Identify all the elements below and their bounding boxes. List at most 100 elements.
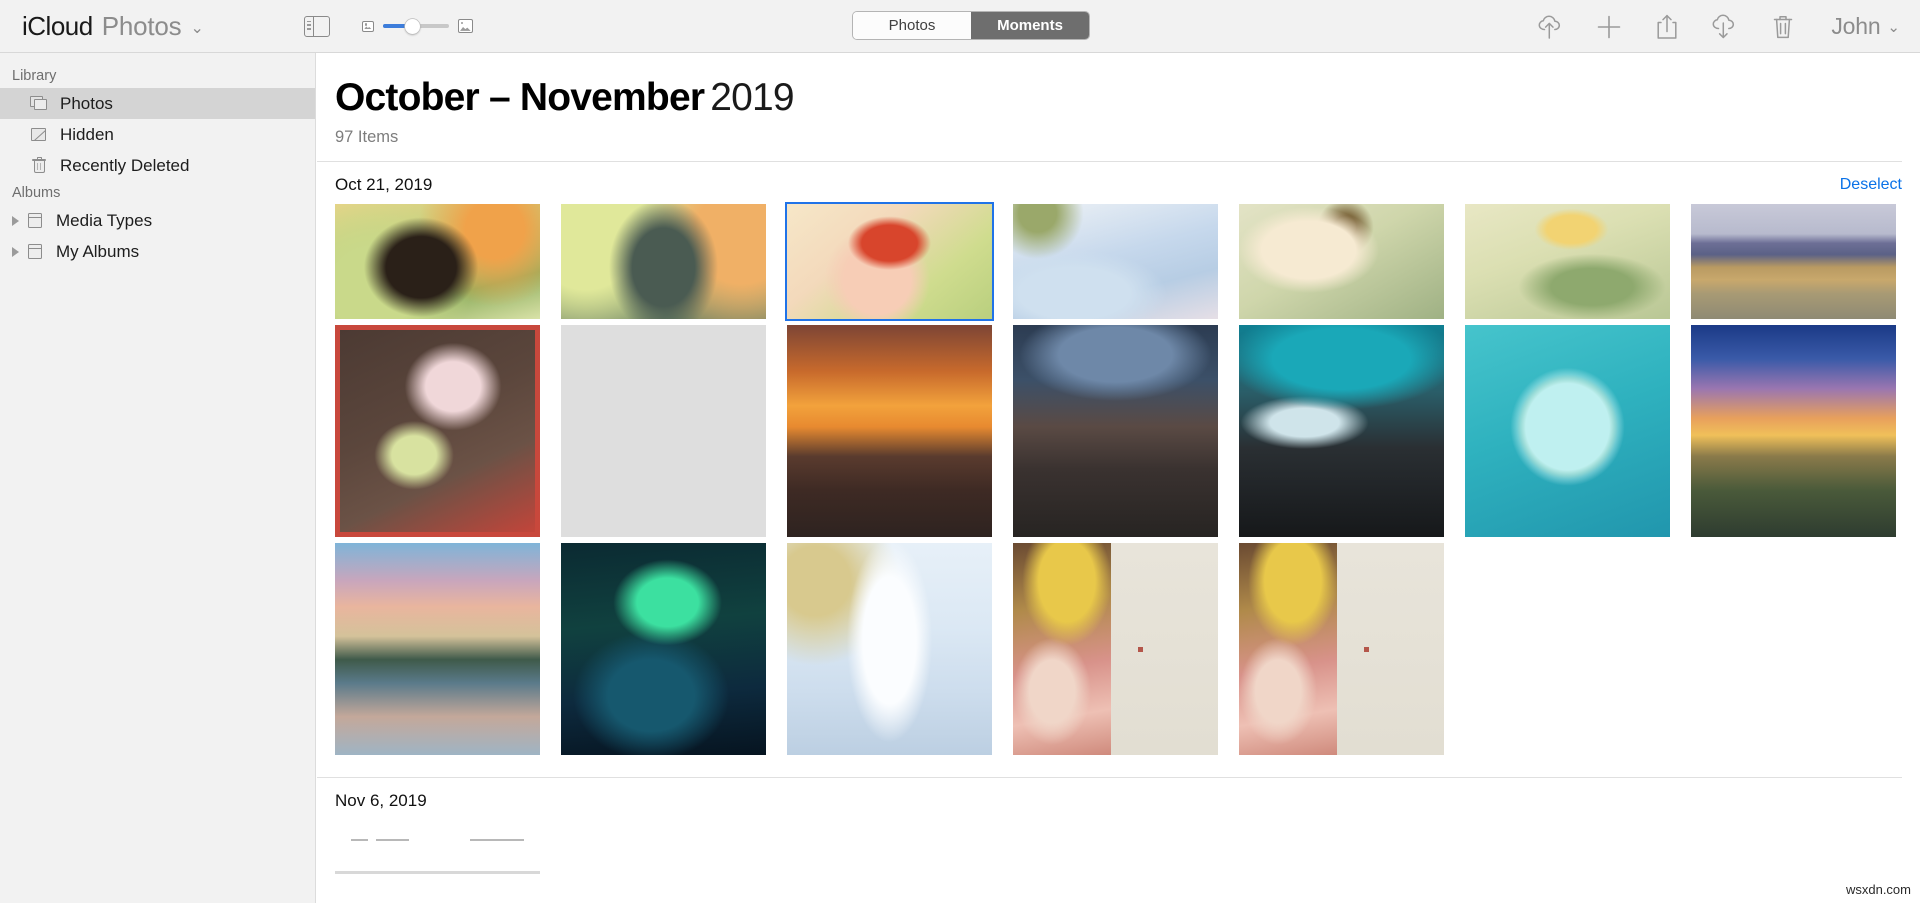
photo-thumbnail-selected[interactable] — [785, 202, 994, 322]
large-thumbnail-icon[interactable] — [457, 19, 473, 33]
photo-thumbnail[interactable] — [787, 543, 992, 756]
photo-image — [1691, 325, 1896, 538]
main-content: October – November 2019 97 Items Oct 21, … — [317, 53, 1920, 903]
disclosure-triangle-icon[interactable] — [12, 215, 19, 226]
disclosure-triangle-icon[interactable] — [12, 246, 19, 257]
photo-detail — [1111, 543, 1218, 756]
photo-detail — [376, 839, 409, 842]
photo-thumbnail[interactable] — [335, 325, 540, 538]
photo-detail — [1013, 543, 1112, 756]
slider-thumb[interactable] — [405, 18, 421, 34]
photo-image — [1013, 204, 1218, 320]
sidebar-item-label: Media Types — [56, 210, 153, 230]
deselect-button[interactable]: Deselect — [1840, 176, 1902, 194]
moment-date: Oct 21, 2019 — [335, 174, 433, 194]
photo-row — [335, 202, 1902, 322]
photo-image — [1239, 543, 1444, 756]
photo-image — [561, 543, 766, 756]
brand-primary: iCloud — [22, 10, 93, 41]
sidebar: Library Photos Hidden Recently Deleted A… — [0, 53, 316, 903]
thumbnail-size-slider[interactable] — [361, 18, 473, 34]
photo-image — [335, 820, 540, 903]
photo-thumbnail[interactable] — [1013, 325, 1218, 538]
photo-row — [335, 325, 1902, 538]
photo-thumbnail[interactable] — [1239, 325, 1444, 538]
slider-track[interactable] — [382, 18, 449, 34]
tab-photos[interactable]: Photos — [853, 12, 971, 39]
user-name: John — [1831, 13, 1881, 39]
photo-image — [1239, 204, 1444, 320]
photo-detail — [1138, 646, 1144, 652]
tab-moments[interactable]: Moments — [971, 12, 1089, 39]
toolbar: iCloud Photos ⌄ Photos Moments John ⌄ — [0, 0, 1920, 53]
page-header: October – November 2019 97 Items — [317, 53, 1920, 147]
photo-image — [335, 543, 540, 756]
sidebar-item-recently-deleted[interactable]: Recently Deleted — [0, 150, 315, 181]
photo-image — [335, 325, 540, 538]
page-title-range: October – November — [335, 76, 705, 119]
page-title: October – November 2019 — [335, 76, 1920, 119]
photo-image — [1691, 204, 1896, 320]
photo-thumbnail[interactable] — [561, 325, 766, 538]
download-icon[interactable] — [1709, 11, 1741, 43]
photo-thumbnail[interactable] — [1465, 325, 1670, 538]
photos-icon — [30, 95, 49, 112]
chevron-down-icon[interactable]: ⌄ — [190, 18, 203, 38]
moments-list: Oct 21, 2019 Deselect Nov 6, 2019 — [317, 162, 1920, 903]
sidebar-item-label: My Albums — [56, 241, 140, 261]
trash-icon — [30, 157, 49, 174]
photo-thumbnail[interactable] — [1239, 204, 1444, 320]
photo-image — [561, 204, 766, 320]
sidebar-item-my-albums[interactable]: My Albums — [0, 236, 315, 267]
photo-thumbnail[interactable] — [561, 204, 766, 320]
photo-thumbnail[interactable] — [787, 325, 992, 538]
photo-thumbnail[interactable] — [1013, 204, 1218, 320]
moment-section: Nov 6, 2019 — [317, 778, 1920, 903]
sidebar-item-hidden[interactable]: Hidden — [0, 119, 315, 150]
photo-image — [1239, 325, 1444, 538]
sidebar-toggle-icon[interactable] — [303, 15, 330, 37]
photo-row — [335, 543, 1902, 756]
photo-detail — [470, 839, 524, 842]
app-brand[interactable]: iCloud Photos ⌄ — [22, 11, 204, 42]
photo-image — [1465, 325, 1670, 538]
photo-detail — [335, 870, 540, 874]
photo-thumbnail[interactable] — [1691, 325, 1896, 538]
hidden-icon — [30, 126, 49, 143]
sidebar-group-albums-title: Albums — [12, 185, 61, 201]
moment-date: Nov 6, 2019 — [335, 790, 427, 810]
watermark: wsxdn.com — [1845, 882, 1911, 897]
photo-image — [561, 325, 766, 537]
moment-header: Oct 21, 2019 Deselect — [335, 162, 1902, 198]
moment-section: Oct 21, 2019 Deselect — [317, 162, 1920, 756]
photo-image — [335, 204, 540, 320]
photo-image — [787, 543, 992, 756]
photo-thumbnail[interactable] — [561, 543, 766, 756]
photo-detail — [1364, 646, 1370, 652]
small-thumbnail-icon[interactable] — [361, 20, 374, 32]
add-icon[interactable] — [1593, 11, 1625, 43]
upload-icon[interactable] — [1535, 11, 1567, 43]
photo-thumbnail[interactable] — [335, 543, 540, 756]
share-icon[interactable] — [1651, 11, 1683, 43]
chevron-down-icon[interactable]: ⌄ — [1887, 18, 1900, 36]
item-count: 97 Items — [335, 128, 399, 147]
photo-thumbnail[interactable] — [1013, 543, 1218, 756]
photo-thumbnail[interactable] — [335, 204, 540, 320]
delete-icon[interactable] — [1767, 11, 1799, 43]
sidebar-group-library-title: Library — [12, 68, 57, 84]
user-menu[interactable]: John ⌄ — [1831, 13, 1900, 40]
sidebar-item-photos[interactable]: Photos — [0, 88, 315, 119]
photo-thumbnail[interactable] — [1691, 204, 1896, 320]
photo-thumbnail[interactable] — [335, 820, 540, 903]
sidebar-item-label: Photos — [60, 93, 113, 113]
photo-image — [1013, 543, 1218, 756]
photo-thumbnail[interactable] — [1239, 543, 1444, 756]
page-title-year: 2019 — [710, 76, 794, 119]
sidebar-item-media-types[interactable]: Media Types — [0, 205, 315, 236]
album-icon — [26, 243, 45, 260]
photo-image — [1465, 204, 1670, 320]
album-icon — [26, 212, 45, 229]
photo-thumbnail[interactable] — [1465, 204, 1670, 320]
view-mode-segmented-control[interactable]: Photos Moments — [852, 11, 1090, 40]
